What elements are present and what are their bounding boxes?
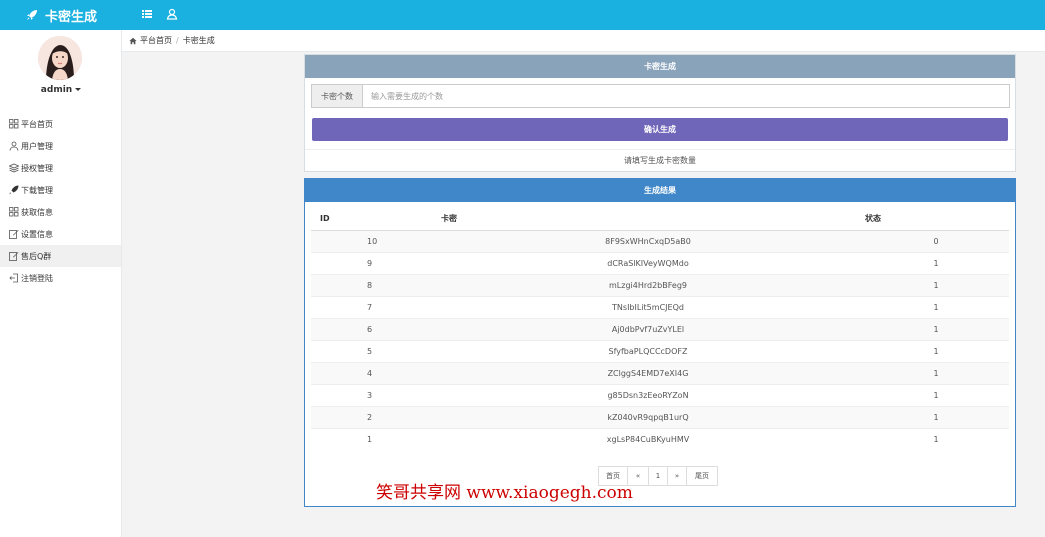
user-dropdown[interactable]: admin <box>0 85 122 95</box>
watermark-text: 笑哥共享网 www.xiaogegh.com <box>376 483 633 503</box>
row-id: 4 <box>311 361 433 384</box>
row-status: 1 <box>863 383 1009 406</box>
sidebar-item-downloads[interactable]: 下载管理 <box>0 179 121 201</box>
row-status: 1 <box>863 251 1009 274</box>
row-status: 1 <box>863 339 1009 362</box>
caret-down-icon <box>75 88 82 91</box>
rocket-icon <box>9 185 19 195</box>
count-input[interactable] <box>363 85 1009 107</box>
table-row: 1 xgLsP84CuBKyuHMV 1 <box>311 427 1009 450</box>
pagination-page[interactable]: 1 <box>648 466 668 486</box>
confirm-generate-button[interactable]: 确认生成 <box>312 118 1008 141</box>
row-id: 10 <box>311 229 433 252</box>
edit-icon <box>9 252 19 261</box>
row-id: 2 <box>311 405 433 428</box>
row-id: 5 <box>311 339 433 362</box>
grid-icon <box>9 119 19 129</box>
row-status: 1 <box>863 361 1009 384</box>
sidebar-item-home[interactable]: 平台首页 <box>0 113 121 135</box>
edit-icon <box>9 230 19 239</box>
pagination-last[interactable]: 尾页 <box>686 466 718 486</box>
hint-text: 请填写生成卡密数量 <box>305 149 1015 171</box>
username: admin <box>40 85 73 95</box>
row-status: 1 <box>863 427 1009 450</box>
row-id: 6 <box>311 317 433 340</box>
breadcrumb: 平台首页 / 卡密生成 <box>122 30 1045 52</box>
sidebar-item-label: 授权管理 <box>21 163 53 173</box>
row-id: 7 <box>311 295 433 318</box>
column-header-id: ID <box>311 208 433 231</box>
logout-icon <box>9 273 18 283</box>
sidebar-item-label: 下载管理 <box>21 185 53 195</box>
row-key: mLzgi4Hrd2bBFeg9 <box>433 273 863 296</box>
sidebar-item-info[interactable]: 获取信息 <box>0 201 121 223</box>
table-row: 10 8F9SxWHnCxqD5aB0 0 <box>311 229 1009 252</box>
row-id: 1 <box>311 427 433 450</box>
table-header-row: ID 卡密 状态 <box>311 208 1009 231</box>
user-icon <box>9 141 19 151</box>
top-navbar: 卡密生成 <box>0 0 1045 30</box>
user-icon[interactable] <box>166 8 178 20</box>
row-status: 1 <box>863 295 1009 318</box>
row-key: SfyfbaPLQCCcDOFZ <box>433 339 863 362</box>
table-row: 9 dCRaSlKIVeyWQMdo 1 <box>311 251 1009 274</box>
row-key: 8F9SxWHnCxqD5aB0 <box>433 229 863 252</box>
breadcrumb-separator: / <box>176 36 179 45</box>
table-row: 8 mLzgi4Hrd2bBFeg9 1 <box>311 273 1009 296</box>
rocket-icon <box>27 10 37 20</box>
column-header-status: 状态 <box>863 208 1009 231</box>
menu-toggle-icon[interactable] <box>141 8 153 20</box>
sidebar-item-label: 设置信息 <box>21 229 53 239</box>
generate-panel: 卡密生成 卡密个数 确认生成 请填写生成卡密数量 <box>304 54 1016 172</box>
grid-icon <box>9 207 19 217</box>
row-key: dCRaSlKIVeyWQMdo <box>433 251 863 274</box>
app-title: 卡密生成 <box>45 9 98 25</box>
row-key: ZClggS4EMD7eXI4G <box>433 361 863 384</box>
column-header-key: 卡密 <box>433 208 863 231</box>
sidebar-item-label: 售后Q群 <box>21 251 52 261</box>
breadcrumb-current: 卡密生成 <box>182 36 215 45</box>
table-row: 4 ZClggS4EMD7eXI4G 1 <box>311 361 1009 384</box>
row-status: 0 <box>863 229 1009 252</box>
sidebar-menu: 平台首页 用户管理 授权管理 下载管理 获取信息 设置信息 售后Q群 注销登陆 <box>0 113 121 289</box>
results-panel: 生成结果 ID 卡密 状态 10 8F9SxWHnCxqD5aB0 0 9 dC… <box>304 178 1016 507</box>
breadcrumb-home[interactable]: 平台首页 <box>140 35 172 46</box>
table-row: 5 SfyfbaPLQCCcDOFZ 1 <box>311 339 1009 362</box>
table-row: 3 g85Dsn3zEeoRYZoN 1 <box>311 383 1009 406</box>
row-key: Aj0dbPvf7uZvYLEl <box>433 317 863 340</box>
results-table: ID 卡密 状态 10 8F9SxWHnCxqD5aB0 0 9 dCRaSlK… <box>311 208 1009 450</box>
sidebar-item-label: 用户管理 <box>21 141 53 151</box>
row-key: kZ040vR9qpqB1urQ <box>433 405 863 428</box>
sidebar-item-logout[interactable]: 注销登陆 <box>0 267 121 289</box>
layers-icon <box>9 163 19 173</box>
row-id: 9 <box>311 251 433 274</box>
generate-panel-title: 卡密生成 <box>305 55 1015 78</box>
avatar[interactable] <box>38 36 82 80</box>
row-status: 1 <box>863 405 1009 428</box>
row-status: 1 <box>863 273 1009 296</box>
row-key: xgLsP84CuBKyuHMV <box>433 427 863 450</box>
table-row: 7 TNsIbILit5mCJEQd 1 <box>311 295 1009 318</box>
sidebar-item-users[interactable]: 用户管理 <box>0 135 121 157</box>
count-label: 卡密个数 <box>312 85 363 107</box>
sidebar-item-label: 获取信息 <box>21 207 53 217</box>
results-panel-title: 生成结果 <box>305 179 1015 202</box>
row-status: 1 <box>863 317 1009 340</box>
sidebar: admin 平台首页 用户管理 授权管理 下载管理 获取信息 设置信息 售后Q群… <box>0 30 122 537</box>
sidebar-item-support-group[interactable]: 售后Q群 <box>0 245 121 267</box>
brand[interactable]: 卡密生成 <box>0 0 122 30</box>
home-icon <box>129 37 137 44</box>
sidebar-item-label: 注销登陆 <box>21 273 53 283</box>
pagination-next[interactable]: » <box>667 466 687 486</box>
sidebar-item-label: 平台首页 <box>21 119 53 129</box>
table-row: 6 Aj0dbPvf7uZvYLEl 1 <box>311 317 1009 340</box>
row-id: 3 <box>311 383 433 406</box>
row-id: 8 <box>311 273 433 296</box>
count-input-group: 卡密个数 <box>311 84 1010 108</box>
sidebar-item-settings[interactable]: 设置信息 <box>0 223 121 245</box>
sidebar-item-license[interactable]: 授权管理 <box>0 157 121 179</box>
table-row: 2 kZ040vR9qpqB1urQ 1 <box>311 405 1009 428</box>
row-key: TNsIbILit5mCJEQd <box>433 295 863 318</box>
row-key: g85Dsn3zEeoRYZoN <box>433 383 863 406</box>
